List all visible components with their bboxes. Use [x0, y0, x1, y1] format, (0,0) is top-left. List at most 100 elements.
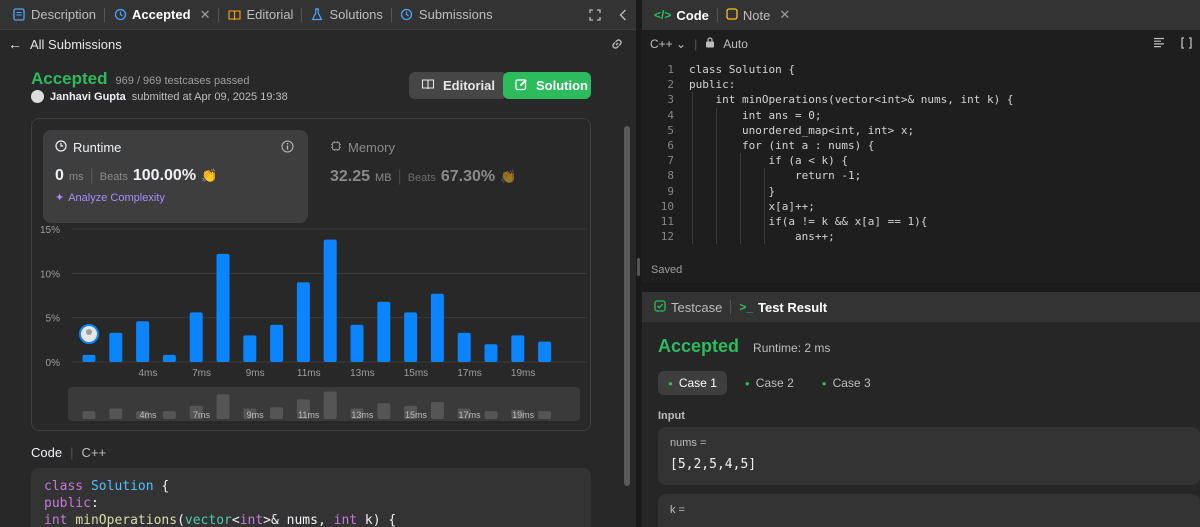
code-line: x[a]++;: [689, 199, 815, 213]
close-tab-icon[interactable]: ✕: [200, 7, 211, 23]
history-icon: [113, 8, 127, 22]
tab-submissions-label: Submissions: [418, 7, 493, 22]
history-icon: [400, 8, 414, 22]
tab-code[interactable]: </> Code: [648, 0, 715, 30]
back-label: All Submissions: [30, 36, 122, 52]
input-label: Input: [658, 410, 685, 422]
vertical-divider[interactable]: [642, 283, 1200, 292]
solution-button[interactable]: Solution: [503, 72, 591, 99]
indent-guide: [716, 107, 717, 245]
code-icon: </>: [654, 8, 672, 22]
line-number: 3: [667, 93, 674, 107]
code-line: int ans = 0;: [689, 108, 822, 122]
histogram-bar: [538, 341, 552, 362]
tab-note[interactable]: Note ✕: [720, 0, 796, 30]
memory-values: 32.25 MB | Beats 67.30% 👏: [330, 168, 517, 185]
note-icon: [726, 7, 738, 23]
tab-testcase[interactable]: Testcase: [648, 292, 728, 322]
case-3-button[interactable]: ● Case 3: [812, 371, 881, 395]
case-label: Case 2: [755, 376, 794, 390]
submission-detail[interactable]: Accepted 969 / 969 testcases passed Janh…: [0, 58, 636, 527]
tab-note-label: Note: [742, 7, 771, 23]
code-line: class Solution {: [689, 63, 795, 76]
x-tick-label: 13ms: [350, 368, 374, 379]
tab-accepted[interactable]: Accepted ✕: [107, 0, 216, 30]
solution-button-label: Solution: [536, 78, 588, 93]
tab-test-result[interactable]: >_ Test Result: [733, 292, 833, 322]
code-line: }: [689, 184, 776, 198]
histogram-bar: [243, 335, 257, 362]
info-icon[interactable]: [281, 140, 294, 158]
runtime-beats-value: 100.00%: [132, 167, 197, 184]
runtime-values: 0 ms | Beats 100.00% 👏: [55, 167, 218, 184]
histogram-bar: [323, 239, 337, 362]
tab-separator: [301, 7, 303, 22]
submitted-time: submitted at Apr 09, 2025 19:38: [131, 90, 288, 103]
memory-panel[interactable]: Memory 32.25 MB | Beats 67.30% 👏: [330, 140, 516, 186]
histogram-bar: [82, 354, 96, 362]
test-result-runtime: Runtime: 2 ms: [753, 341, 831, 355]
submitted-code[interactable]: class Solution { public: int minOperatio…: [31, 468, 591, 527]
clap-icon: 👏: [500, 169, 517, 184]
editor-tab-bar: </> Code Note ✕: [642, 0, 1200, 30]
format-icon[interactable]: [1153, 37, 1165, 51]
case-tabs: ● Case 1 ● Case 2 ● Case 3: [658, 371, 881, 395]
histogram-bar: [404, 312, 418, 362]
tab-description[interactable]: Description: [6, 0, 102, 30]
editorial-button[interactable]: Editorial: [409, 72, 508, 99]
language-select[interactable]: C++ ⌄: [650, 37, 686, 51]
mini-x-tick-label: 15ms: [405, 410, 428, 420]
scrollbar[interactable]: [624, 126, 630, 486]
line-number: 8: [667, 169, 674, 183]
code-line: public:: [689, 78, 736, 92]
case-2-button[interactable]: ● Case 2: [735, 371, 804, 395]
clock-icon: [55, 140, 67, 155]
runtime-panel[interactable]: Runtime 0 ms | Beats 100.00% 👏 ✦ Analyze…: [43, 130, 308, 223]
mode-label[interactable]: Auto: [723, 37, 748, 51]
histogram-bar: [511, 335, 525, 362]
edit-icon: [515, 78, 528, 94]
nums-input-box[interactable]: nums = [5,2,5,4,5]: [658, 427, 1200, 485]
memory-header: Memory: [330, 140, 516, 155]
mini-x-tick-label: 11ms: [298, 410, 320, 420]
analyze-complexity-link[interactable]: ✦ Analyze Complexity: [55, 191, 296, 205]
test-tab-bar: Testcase >_ Test Result: [642, 292, 1200, 322]
case-1-button[interactable]: ● Case 1: [658, 371, 727, 395]
code-line: unordered_map<int, int> x;: [689, 123, 915, 137]
line-number: 12: [660, 230, 674, 244]
avatar[interactable]: [31, 90, 44, 103]
left-panel: Description Accepted ✕ Editorial Solutio…: [0, 0, 636, 527]
case-label: Case 3: [832, 376, 871, 390]
histogram-bar: [109, 332, 123, 362]
test-result-header: Accepted Runtime: 2 ms: [658, 336, 830, 357]
submitter-name[interactable]: Janhavi Gupta: [50, 91, 126, 103]
maximize-icon[interactable]: [588, 8, 602, 22]
link-icon[interactable]: [610, 37, 624, 51]
bracket-icon[interactable]: [1181, 36, 1192, 52]
result-header: Accepted 969 / 969 testcases passed: [31, 69, 249, 89]
mini-bar: [270, 407, 284, 419]
tab-solutions[interactable]: Solutions: [304, 0, 388, 30]
tab-editorial[interactable]: Editorial: [221, 0, 299, 30]
k-input-box[interactable]: k =: [658, 494, 1200, 527]
close-tab-icon[interactable]: ✕: [779, 7, 790, 23]
right-panel: </> Code Note ✕ C++ ⌄ | Auto 1 class Sol…: [642, 0, 1200, 527]
tab-testcase-label: Testcase: [671, 299, 723, 315]
histogram-bar: [270, 324, 284, 362]
y-tick-label: 10%: [40, 269, 60, 280]
collapse-icon[interactable]: [616, 8, 630, 22]
submission-subbar: ← All Submissions: [0, 30, 636, 58]
tab-submissions[interactable]: Submissions: [394, 0, 499, 30]
testcases-passed: 969 / 969 testcases passed: [115, 75, 250, 87]
chip-icon: [330, 140, 342, 155]
mini-x-tick-label: 4ms: [139, 410, 157, 420]
runtime-distribution-chart[interactable]: 15% 10% 5% 0% 4ms 7ms 9ms 11ms 13ms 15ms 17ms 19ms 4…: [32, 219, 592, 429]
terminal-icon: >_: [739, 300, 753, 314]
runtime-value: 0: [55, 167, 64, 184]
mini-bar: [323, 391, 337, 419]
tab-separator: [390, 7, 392, 22]
line-number: 2: [667, 78, 674, 92]
back-to-submissions[interactable]: ← All Submissions: [8, 36, 122, 52]
editor-toolbar: C++ ⌄ | Auto: [642, 30, 1200, 58]
code-line: class Solution {: [44, 479, 170, 494]
